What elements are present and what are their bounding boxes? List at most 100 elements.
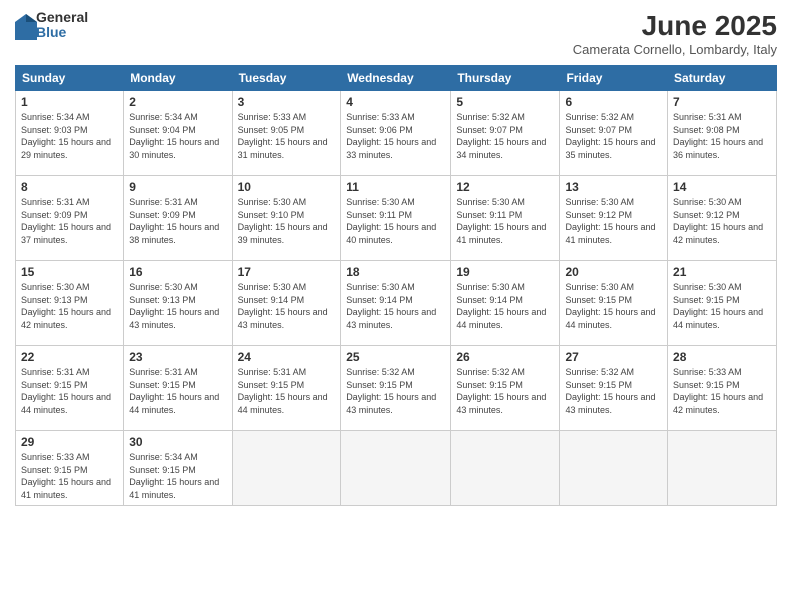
sunset-label: Sunset: 9:15 PM	[21, 380, 88, 390]
col-wednesday: Wednesday	[341, 66, 451, 91]
calendar-cell: 6 Sunrise: 5:32 AM Sunset: 9:07 PM Dayli…	[560, 91, 668, 176]
sunrise-label: Sunrise: 5:31 AM	[129, 197, 198, 207]
logo-icon	[15, 14, 33, 36]
calendar-cell: 21 Sunrise: 5:30 AM Sunset: 9:15 PM Dayl…	[668, 261, 777, 346]
day-info: Sunrise: 5:30 AM Sunset: 9:14 PM Dayligh…	[238, 281, 336, 331]
col-monday: Monday	[124, 66, 232, 91]
calendar-cell: 7 Sunrise: 5:31 AM Sunset: 9:08 PM Dayli…	[668, 91, 777, 176]
day-number: 25	[346, 350, 445, 364]
daylight-label: Daylight: 15 hours and 43 minutes.	[346, 392, 436, 415]
sunrise-label: Sunrise: 5:32 AM	[346, 367, 415, 377]
sunrise-label: Sunrise: 5:30 AM	[565, 197, 634, 207]
sunrise-label: Sunrise: 5:30 AM	[21, 282, 90, 292]
sunrise-label: Sunrise: 5:32 AM	[456, 367, 525, 377]
daylight-label: Daylight: 15 hours and 41 minutes.	[565, 222, 655, 245]
day-number: 11	[346, 180, 445, 194]
calendar-cell	[232, 431, 341, 506]
day-number: 24	[238, 350, 336, 364]
sunrise-label: Sunrise: 5:30 AM	[456, 197, 525, 207]
calendar-week-5: 29 Sunrise: 5:33 AM Sunset: 9:15 PM Dayl…	[16, 431, 777, 506]
calendar-cell: 29 Sunrise: 5:33 AM Sunset: 9:15 PM Dayl…	[16, 431, 124, 506]
sunset-label: Sunset: 9:14 PM	[456, 295, 523, 305]
sunset-label: Sunset: 9:05 PM	[238, 125, 305, 135]
daylight-label: Daylight: 15 hours and 33 minutes.	[346, 137, 436, 160]
day-info: Sunrise: 5:33 AM Sunset: 9:05 PM Dayligh…	[238, 111, 336, 161]
sunrise-label: Sunrise: 5:30 AM	[565, 282, 634, 292]
sunrise-label: Sunrise: 5:33 AM	[238, 112, 307, 122]
day-number: 23	[129, 350, 226, 364]
calendar-cell: 22 Sunrise: 5:31 AM Sunset: 9:15 PM Dayl…	[16, 346, 124, 431]
sunrise-label: Sunrise: 5:30 AM	[129, 282, 198, 292]
title-section: June 2025 Camerata Cornello, Lombardy, I…	[573, 10, 777, 57]
sunrise-label: Sunrise: 5:30 AM	[346, 282, 415, 292]
day-number: 15	[21, 265, 118, 279]
sunrise-label: Sunrise: 5:34 AM	[21, 112, 90, 122]
day-info: Sunrise: 5:31 AM Sunset: 9:09 PM Dayligh…	[129, 196, 226, 246]
sunset-label: Sunset: 9:11 PM	[346, 210, 412, 220]
col-thursday: Thursday	[451, 66, 560, 91]
logo-blue-text: Blue	[36, 25, 88, 40]
sunset-label: Sunset: 9:15 PM	[565, 380, 632, 390]
daylight-label: Daylight: 15 hours and 44 minutes.	[129, 392, 219, 415]
calendar-week-1: 1 Sunrise: 5:34 AM Sunset: 9:03 PM Dayli…	[16, 91, 777, 176]
sunrise-label: Sunrise: 5:30 AM	[673, 197, 742, 207]
sunrise-label: Sunrise: 5:32 AM	[565, 112, 634, 122]
daylight-label: Daylight: 15 hours and 41 minutes.	[129, 477, 219, 500]
calendar-cell: 23 Sunrise: 5:31 AM Sunset: 9:15 PM Dayl…	[124, 346, 232, 431]
day-info: Sunrise: 5:31 AM Sunset: 9:08 PM Dayligh…	[673, 111, 771, 161]
daylight-label: Daylight: 15 hours and 43 minutes.	[346, 307, 436, 330]
day-info: Sunrise: 5:34 AM Sunset: 9:03 PM Dayligh…	[21, 111, 118, 161]
sunrise-label: Sunrise: 5:32 AM	[565, 367, 634, 377]
day-info: Sunrise: 5:33 AM Sunset: 9:15 PM Dayligh…	[21, 451, 118, 501]
daylight-label: Daylight: 15 hours and 39 minutes.	[238, 222, 328, 245]
calendar-cell: 10 Sunrise: 5:30 AM Sunset: 9:10 PM Dayl…	[232, 176, 341, 261]
daylight-label: Daylight: 15 hours and 30 minutes.	[129, 137, 219, 160]
sunrise-label: Sunrise: 5:30 AM	[238, 282, 307, 292]
day-number: 5	[456, 95, 554, 109]
sunset-label: Sunset: 9:15 PM	[673, 295, 740, 305]
day-number: 13	[565, 180, 662, 194]
day-info: Sunrise: 5:32 AM Sunset: 9:15 PM Dayligh…	[456, 366, 554, 416]
calendar-cell: 12 Sunrise: 5:30 AM Sunset: 9:11 PM Dayl…	[451, 176, 560, 261]
day-info: Sunrise: 5:31 AM Sunset: 9:09 PM Dayligh…	[21, 196, 118, 246]
sunrise-label: Sunrise: 5:30 AM	[346, 197, 415, 207]
sunrise-label: Sunrise: 5:33 AM	[21, 452, 90, 462]
sunset-label: Sunset: 9:11 PM	[456, 210, 522, 220]
daylight-label: Daylight: 15 hours and 29 minutes.	[21, 137, 111, 160]
sunset-label: Sunset: 9:06 PM	[346, 125, 413, 135]
sunset-label: Sunset: 9:04 PM	[129, 125, 196, 135]
day-number: 22	[21, 350, 118, 364]
calendar-cell: 5 Sunrise: 5:32 AM Sunset: 9:07 PM Dayli…	[451, 91, 560, 176]
daylight-label: Daylight: 15 hours and 35 minutes.	[565, 137, 655, 160]
sunrise-label: Sunrise: 5:33 AM	[673, 367, 742, 377]
day-number: 29	[21, 435, 118, 449]
day-info: Sunrise: 5:30 AM Sunset: 9:12 PM Dayligh…	[565, 196, 662, 246]
day-info: Sunrise: 5:32 AM Sunset: 9:15 PM Dayligh…	[565, 366, 662, 416]
header: General Blue June 2025 Camerata Cornello…	[15, 10, 777, 57]
daylight-label: Daylight: 15 hours and 38 minutes.	[129, 222, 219, 245]
day-number: 1	[21, 95, 118, 109]
daylight-label: Daylight: 15 hours and 41 minutes.	[456, 222, 546, 245]
day-info: Sunrise: 5:30 AM Sunset: 9:14 PM Dayligh…	[456, 281, 554, 331]
sunrise-label: Sunrise: 5:34 AM	[129, 112, 198, 122]
sunrise-label: Sunrise: 5:31 AM	[129, 367, 198, 377]
sunset-label: Sunset: 9:15 PM	[565, 295, 632, 305]
daylight-label: Daylight: 15 hours and 43 minutes.	[456, 392, 546, 415]
logo: General Blue	[15, 10, 88, 41]
sunset-label: Sunset: 9:09 PM	[21, 210, 88, 220]
sunset-label: Sunset: 9:15 PM	[346, 380, 413, 390]
calendar-cell: 24 Sunrise: 5:31 AM Sunset: 9:15 PM Dayl…	[232, 346, 341, 431]
day-info: Sunrise: 5:33 AM Sunset: 9:06 PM Dayligh…	[346, 111, 445, 161]
sunrise-label: Sunrise: 5:31 AM	[238, 367, 307, 377]
day-number: 16	[129, 265, 226, 279]
sunset-label: Sunset: 9:15 PM	[673, 380, 740, 390]
sunset-label: Sunset: 9:12 PM	[565, 210, 632, 220]
day-number: 17	[238, 265, 336, 279]
day-info: Sunrise: 5:30 AM Sunset: 9:11 PM Dayligh…	[456, 196, 554, 246]
sunrise-label: Sunrise: 5:30 AM	[238, 197, 307, 207]
calendar-cell: 11 Sunrise: 5:30 AM Sunset: 9:11 PM Dayl…	[341, 176, 451, 261]
calendar-cell	[451, 431, 560, 506]
day-info: Sunrise: 5:30 AM Sunset: 9:12 PM Dayligh…	[673, 196, 771, 246]
day-number: 20	[565, 265, 662, 279]
calendar-cell: 13 Sunrise: 5:30 AM Sunset: 9:12 PM Dayl…	[560, 176, 668, 261]
